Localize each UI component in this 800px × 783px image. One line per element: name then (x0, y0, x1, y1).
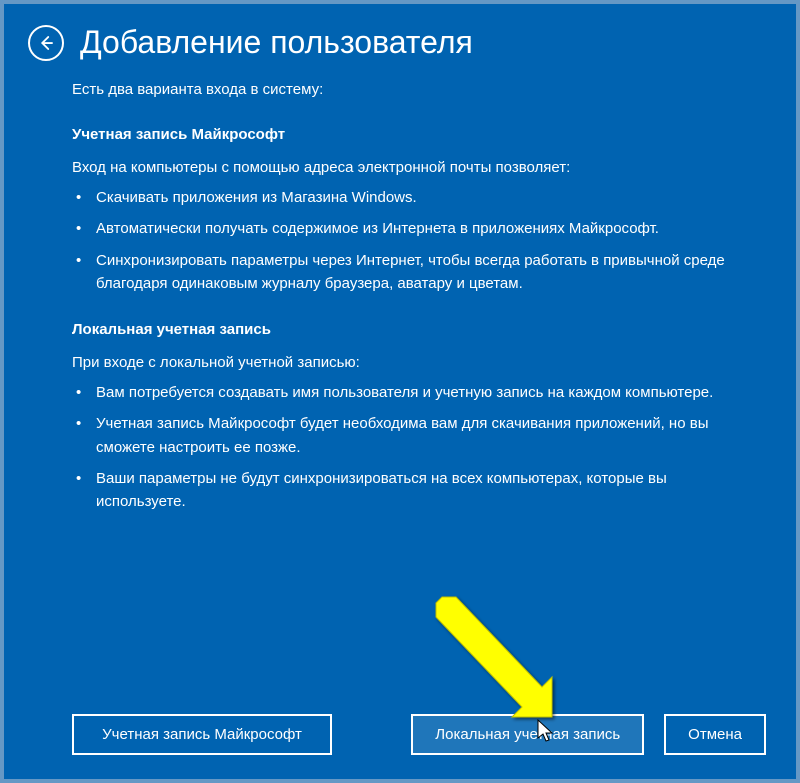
microsoft-benefits-list: Скачивать приложения из Магазина Windows… (72, 186, 728, 295)
local-notes-list: Вам потребуется создавать имя пользовате… (72, 381, 728, 513)
list-item: Ваши параметры не будут синхронизировать… (90, 467, 728, 514)
arrow-annotation-icon (424, 589, 564, 729)
section-description: Вход на компьютеры с помощью адреса элек… (72, 159, 728, 176)
arrow-left-icon (37, 34, 55, 52)
section-heading: Учетная запись Майкрософт (72, 126, 728, 143)
section-description: При входе с локальной учетной записью: (72, 354, 728, 371)
local-account-button[interactable]: Локальная учетная запись (411, 714, 644, 755)
section-microsoft: Учетная запись Майкрософт Вход на компью… (72, 126, 728, 295)
section-local: Локальная учетная запись При входе с лок… (72, 321, 728, 513)
list-item: Учетная запись Майкрософт будет необходи… (90, 412, 728, 459)
list-item: Автоматически получать содержимое из Инт… (90, 217, 728, 240)
list-item: Вам потребуется создавать имя пользовате… (90, 381, 728, 404)
intro-text: Есть два варианта входа в систему: (72, 81, 728, 98)
section-heading: Локальная учетная запись (72, 321, 728, 338)
button-row: Учетная запись Майкрософт Локальная учет… (4, 714, 796, 755)
cancel-button[interactable]: Отмена (664, 714, 766, 755)
back-button[interactable] (28, 25, 64, 61)
microsoft-account-button[interactable]: Учетная запись Майкрософт (72, 714, 332, 755)
list-item: Синхронизировать параметры через Интерне… (90, 249, 728, 296)
page-title: Добавление пользователя (80, 24, 473, 61)
list-item: Скачивать приложения из Магазина Windows… (90, 186, 728, 209)
